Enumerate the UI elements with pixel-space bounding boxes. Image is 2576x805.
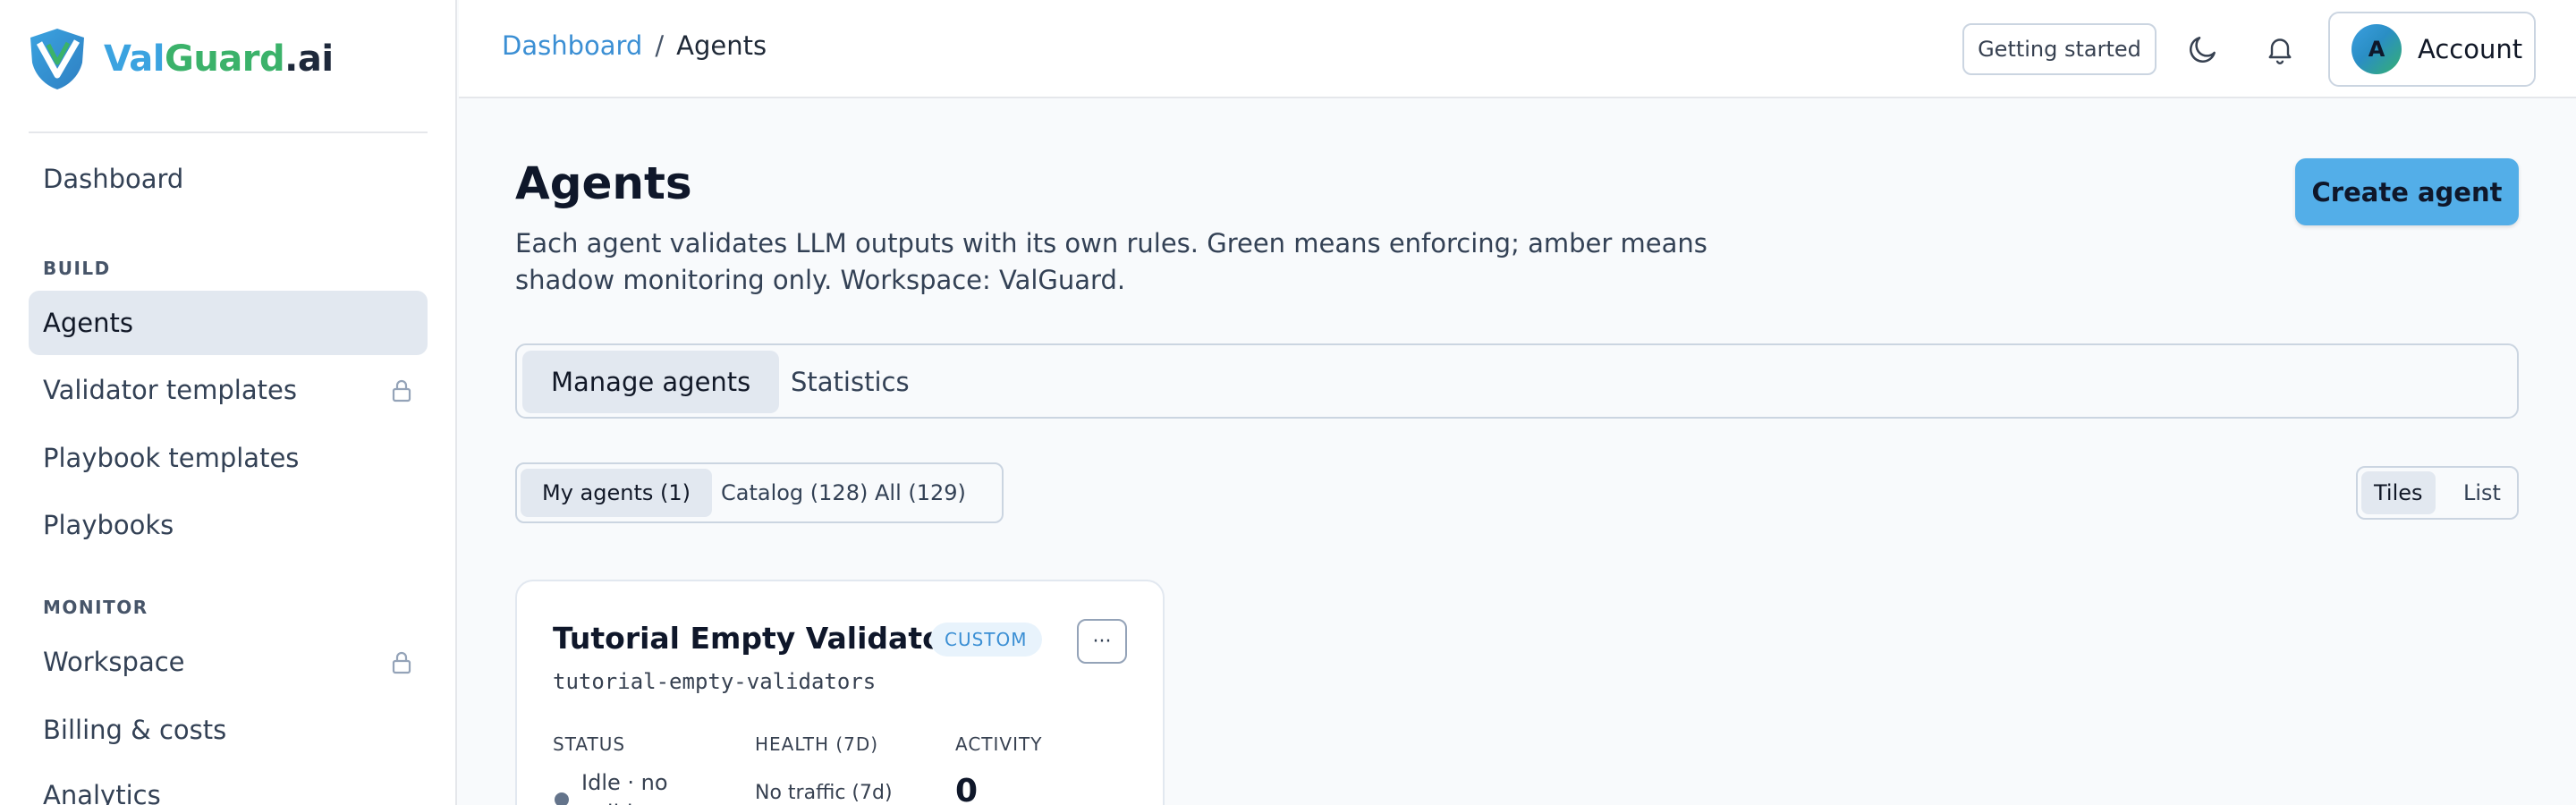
agent-card-title: Tutorial Empty Validators [553,621,975,656]
agent-health-value: No traffic (7d) [755,782,893,804]
shield-logo-icon [30,29,84,89]
health-column-label: HEALTH (7D) [755,733,879,755]
account-label: Account [2418,34,2523,64]
sidebar-item-label: Analytics [43,780,161,805]
agent-card-menu-button[interactable]: ··· [1077,619,1127,664]
sidebar-item-workspace[interactable]: Workspace [29,630,428,694]
filter-my-agents[interactable]: My agents (1) [521,469,712,517]
breadcrumb-dashboard-link[interactable]: Dashboard [502,30,642,61]
filter-all[interactable]: All (129) [853,469,987,517]
sidebar-item-label: Workspace [43,647,185,677]
breadcrumb-separator: / [655,30,665,61]
page-title: Agents [515,157,692,209]
sidebar-item-playbooks[interactable]: Playbooks [29,493,428,557]
section-label-build: BUILD [43,258,111,279]
lock-icon [392,651,411,674]
sidebar-item-agents[interactable]: Agents [29,291,428,355]
bell-icon [2268,38,2292,64]
sidebar-item-label: Agents [43,308,133,338]
account-button[interactable]: A Account [2328,12,2536,87]
agent-status-value: Idle · no validators [581,770,688,805]
status-dot [555,792,569,805]
breadcrumb: Dashboard / Agents [502,30,767,61]
avatar: A [2351,24,2402,74]
sidebar-item-label: Playbooks [43,510,174,540]
sidebar-item-billing[interactable]: Billing & costs [29,698,428,762]
sidebar-item-analytics[interactable]: Analytics [29,763,428,805]
view-tiles-button[interactable]: Tiles [2361,471,2436,514]
tabs-bar: Manage agents Statistics [515,343,2519,419]
agent-card-slug: tutorial-empty-validators [553,669,877,694]
sidebar-item-label: Playbook templates [43,443,300,473]
sidebar-item-label: Validator templates [43,375,297,405]
agent-activity-value: 0 [955,773,979,805]
tab-statistics[interactable]: Statistics [762,351,938,413]
agent-card[interactable]: Tutorial Empty Validators CUSTOM ··· tut… [515,580,1165,805]
agent-type-badge: CUSTOM [930,623,1042,657]
topbar: Dashboard / Agents Getting started A Acc… [459,0,2576,98]
brand-name: ValGuard.ai [104,38,334,80]
brand-logo[interactable]: ValGuard.ai [27,27,334,91]
moon-icon [2190,37,2216,63]
notifications-button[interactable] [2259,29,2301,70]
sidebar-item-validator-templates[interactable]: Validator templates [29,358,428,422]
sidebar-item-label: Billing & costs [43,715,227,745]
section-label-monitor: MONITOR [43,597,148,618]
create-agent-button[interactable]: Create agent [2295,158,2519,225]
sidebar: ValGuard.ai Dashboard BUILD Agents Valid… [0,0,457,805]
activity-column-label: ACTIVITY [955,733,1043,755]
getting-started-button[interactable]: Getting started [1962,23,2157,75]
sidebar-item-playbook-templates[interactable]: Playbook templates [29,426,428,490]
tab-manage-agents[interactable]: Manage agents [522,351,780,413]
sidebar-item-label: Dashboard [43,164,184,194]
breadcrumb-current: Agents [676,30,767,61]
view-toggle: Tiles List [2356,466,2519,520]
status-column-label: STATUS [553,733,626,755]
agent-filter-group: My agents (1) Catalog (128) All (129) [515,462,1004,523]
lock-icon [392,379,411,402]
page-description: Each agent validates LLM outputs with it… [515,228,1707,295]
sidebar-divider [29,131,428,133]
sidebar-item-dashboard[interactable]: Dashboard [29,147,428,211]
theme-toggle-button[interactable] [2182,29,2224,70]
view-list-button[interactable]: List [2451,471,2513,514]
